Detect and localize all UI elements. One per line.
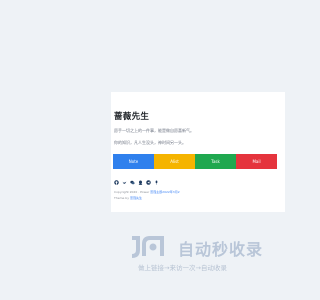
- copyright-link[interactable]: 蔷薇主题2022年3月2: [150, 190, 179, 194]
- watermark-logo-icon: [131, 236, 164, 258]
- copyright-prefix: Copyright 2020 · Power: [114, 190, 150, 194]
- social-icons: [114, 179, 159, 185]
- theme-credit: Theme by 蔷薇先生: [114, 196, 142, 200]
- task-button[interactable]: Task: [195, 154, 236, 169]
- profile-card: 蔷薇先生 愿手一切之上的一件事，能是做自愿喜新气。 你的知识，凡人生没头，神时间…: [111, 92, 285, 212]
- note-button[interactable]: Note: [113, 154, 154, 169]
- motto-line-1: 愿手一切之上的一件事，能是做自愿喜新气。: [114, 128, 194, 133]
- theme-link[interactable]: 蔷薇先生: [130, 196, 142, 200]
- watermark: 自动秒收录 做上链接→来访一次→自动收录: [130, 232, 280, 276]
- theme-prefix: Theme by: [114, 196, 129, 200]
- watermark-title: 自动秒收录: [178, 240, 264, 259]
- link-button-group: Note Alist Task Mail: [113, 154, 277, 169]
- telegram-icon[interactable]: [146, 179, 151, 185]
- wechat-icon[interactable]: [130, 180, 135, 185]
- site-title: 蔷薇先生: [114, 112, 150, 122]
- mail-button[interactable]: Mail: [236, 154, 277, 169]
- alist-button[interactable]: Alist: [154, 154, 195, 169]
- mic-icon[interactable]: [154, 180, 159, 185]
- twitter-icon[interactable]: [122, 180, 127, 185]
- watermark-subtitle: 做上链接→来访一次→自动收录: [138, 264, 227, 272]
- qq-icon[interactable]: [138, 179, 143, 185]
- copyright-text: Copyright 2020 · Power 蔷薇主题2022年3月2: [114, 190, 180, 194]
- github-icon[interactable]: [114, 179, 119, 185]
- motto-line-2: 你的知识，凡人生没头，神时间另一头。: [114, 140, 186, 145]
